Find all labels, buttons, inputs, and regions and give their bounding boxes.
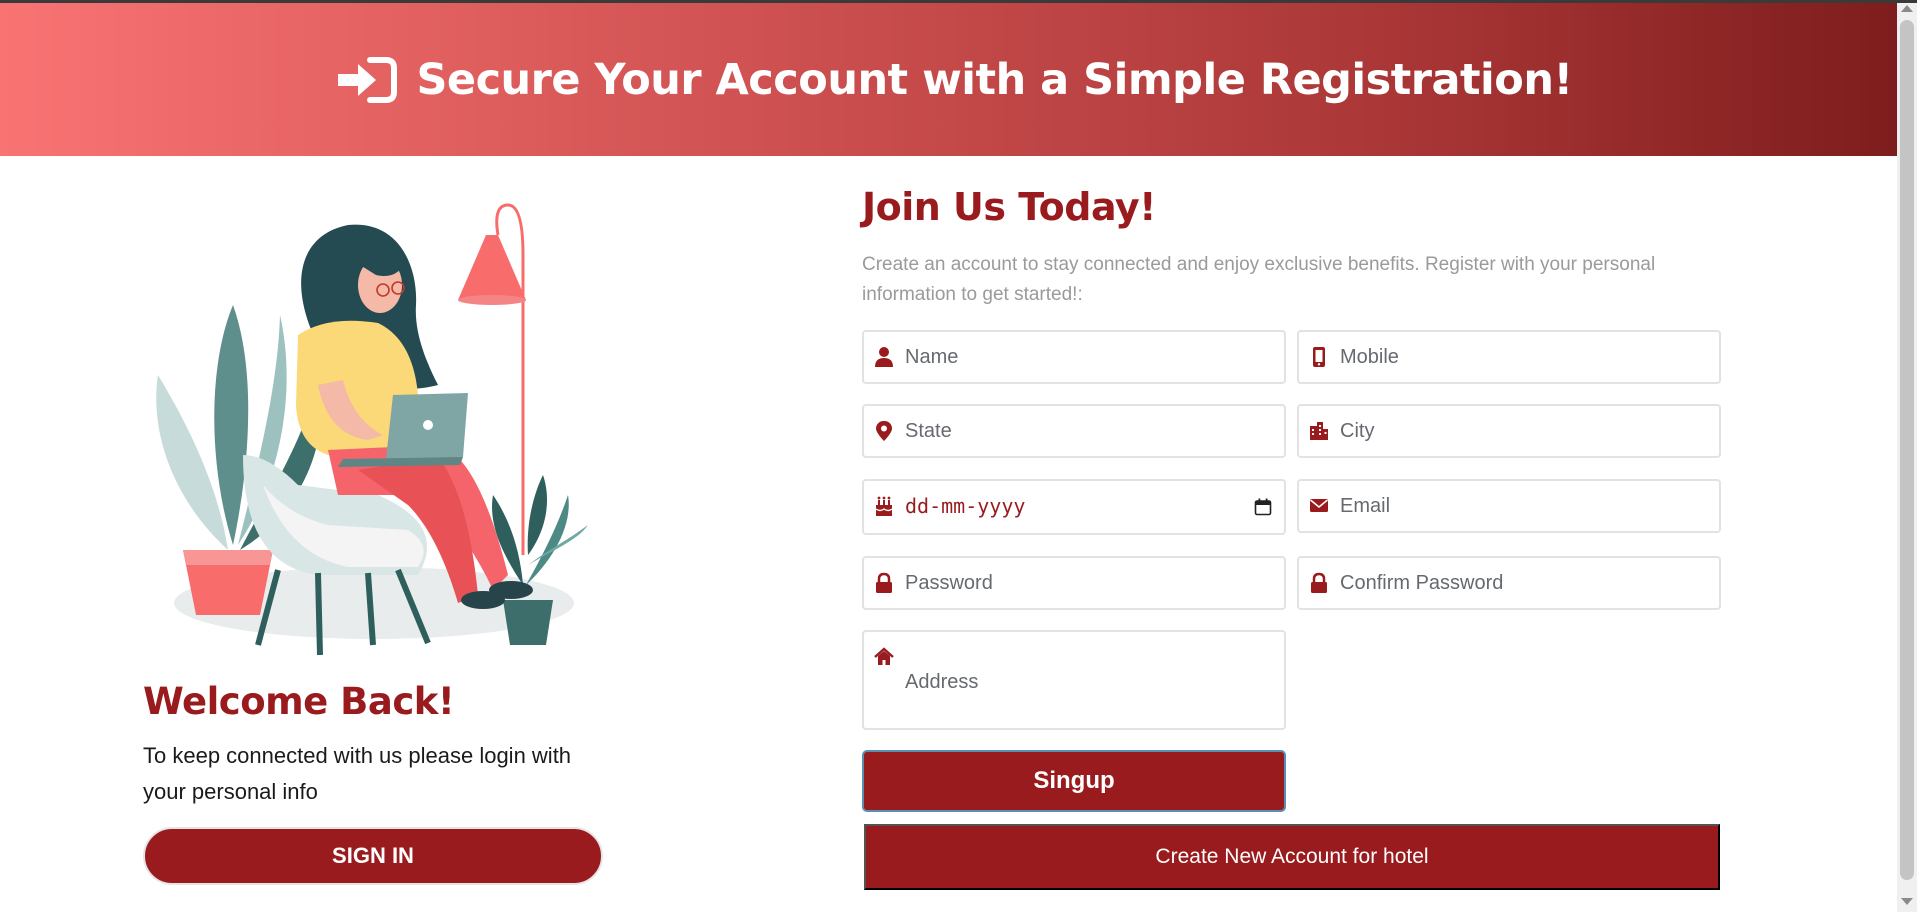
state-field[interactable]: State <box>862 404 1286 458</box>
banner-title: Secure Your Account with a Simple Regist… <box>416 54 1573 105</box>
sign-in-icon <box>338 56 398 103</box>
scroll-down-arrow-icon[interactable] <box>1901 898 1913 905</box>
name-placeholder: Name <box>905 346 959 368</box>
confirm-password-field[interactable]: Confirm Password <box>1297 556 1721 610</box>
envelope-icon <box>1309 499 1329 512</box>
date-of-birth-field[interactable]: dd-mm-yyyy <box>862 479 1286 535</box>
join-title: Join Us Today! <box>862 185 1157 229</box>
city-field[interactable]: City <box>1297 404 1721 458</box>
sign-in-button[interactable]: SIGN IN <box>143 827 603 885</box>
scrollbar-thumb[interactable] <box>1900 20 1914 880</box>
mobile-placeholder: Mobile <box>1340 346 1399 368</box>
calendar-icon[interactable] <box>1254 498 1272 516</box>
date-of-birth-placeholder: dd-mm-yyyy <box>905 494 1026 518</box>
password-placeholder: Password <box>905 572 993 594</box>
mobile-field[interactable]: Mobile <box>1297 330 1721 384</box>
email-placeholder: Email <box>1340 495 1391 517</box>
confirm-password-placeholder: Confirm Password <box>1340 572 1504 594</box>
birthday-cake-icon <box>875 496 893 516</box>
lock-icon <box>876 572 892 593</box>
banner-content: Secure Your Account with a Simple Regist… <box>336 54 1573 105</box>
welcome-text: To keep connected with us please login w… <box>143 743 572 804</box>
user-icon <box>875 347 893 367</box>
map-marker-icon <box>876 421 892 441</box>
address-textarea[interactable]: Address <box>862 630 1286 730</box>
city-icon <box>1310 422 1328 440</box>
woman-with-laptop-illustration <box>156 203 588 655</box>
signup-button[interactable]: Singup <box>862 750 1286 812</box>
name-field[interactable]: Name <box>862 330 1286 384</box>
mobile-icon <box>1313 347 1325 367</box>
welcome-title: Welcome Back! <box>143 680 455 723</box>
city-placeholder: City <box>1340 420 1375 442</box>
address-placeholder: Address <box>905 671 979 693</box>
email-field[interactable]: Email <box>1297 479 1721 533</box>
join-subtitle: Create an account to stay connected and … <box>862 254 1656 305</box>
lock-icon <box>1311 572 1327 593</box>
state-placeholder: State <box>905 420 952 442</box>
scroll-up-arrow-icon[interactable] <box>1901 5 1913 12</box>
password-field[interactable]: Password <box>862 556 1286 610</box>
create-hotel-account-button[interactable]: Create New Account for hotel <box>864 824 1720 890</box>
home-icon <box>874 647 894 665</box>
header-banner: Secure Your Account with a Simple Regist… <box>0 3 1897 156</box>
